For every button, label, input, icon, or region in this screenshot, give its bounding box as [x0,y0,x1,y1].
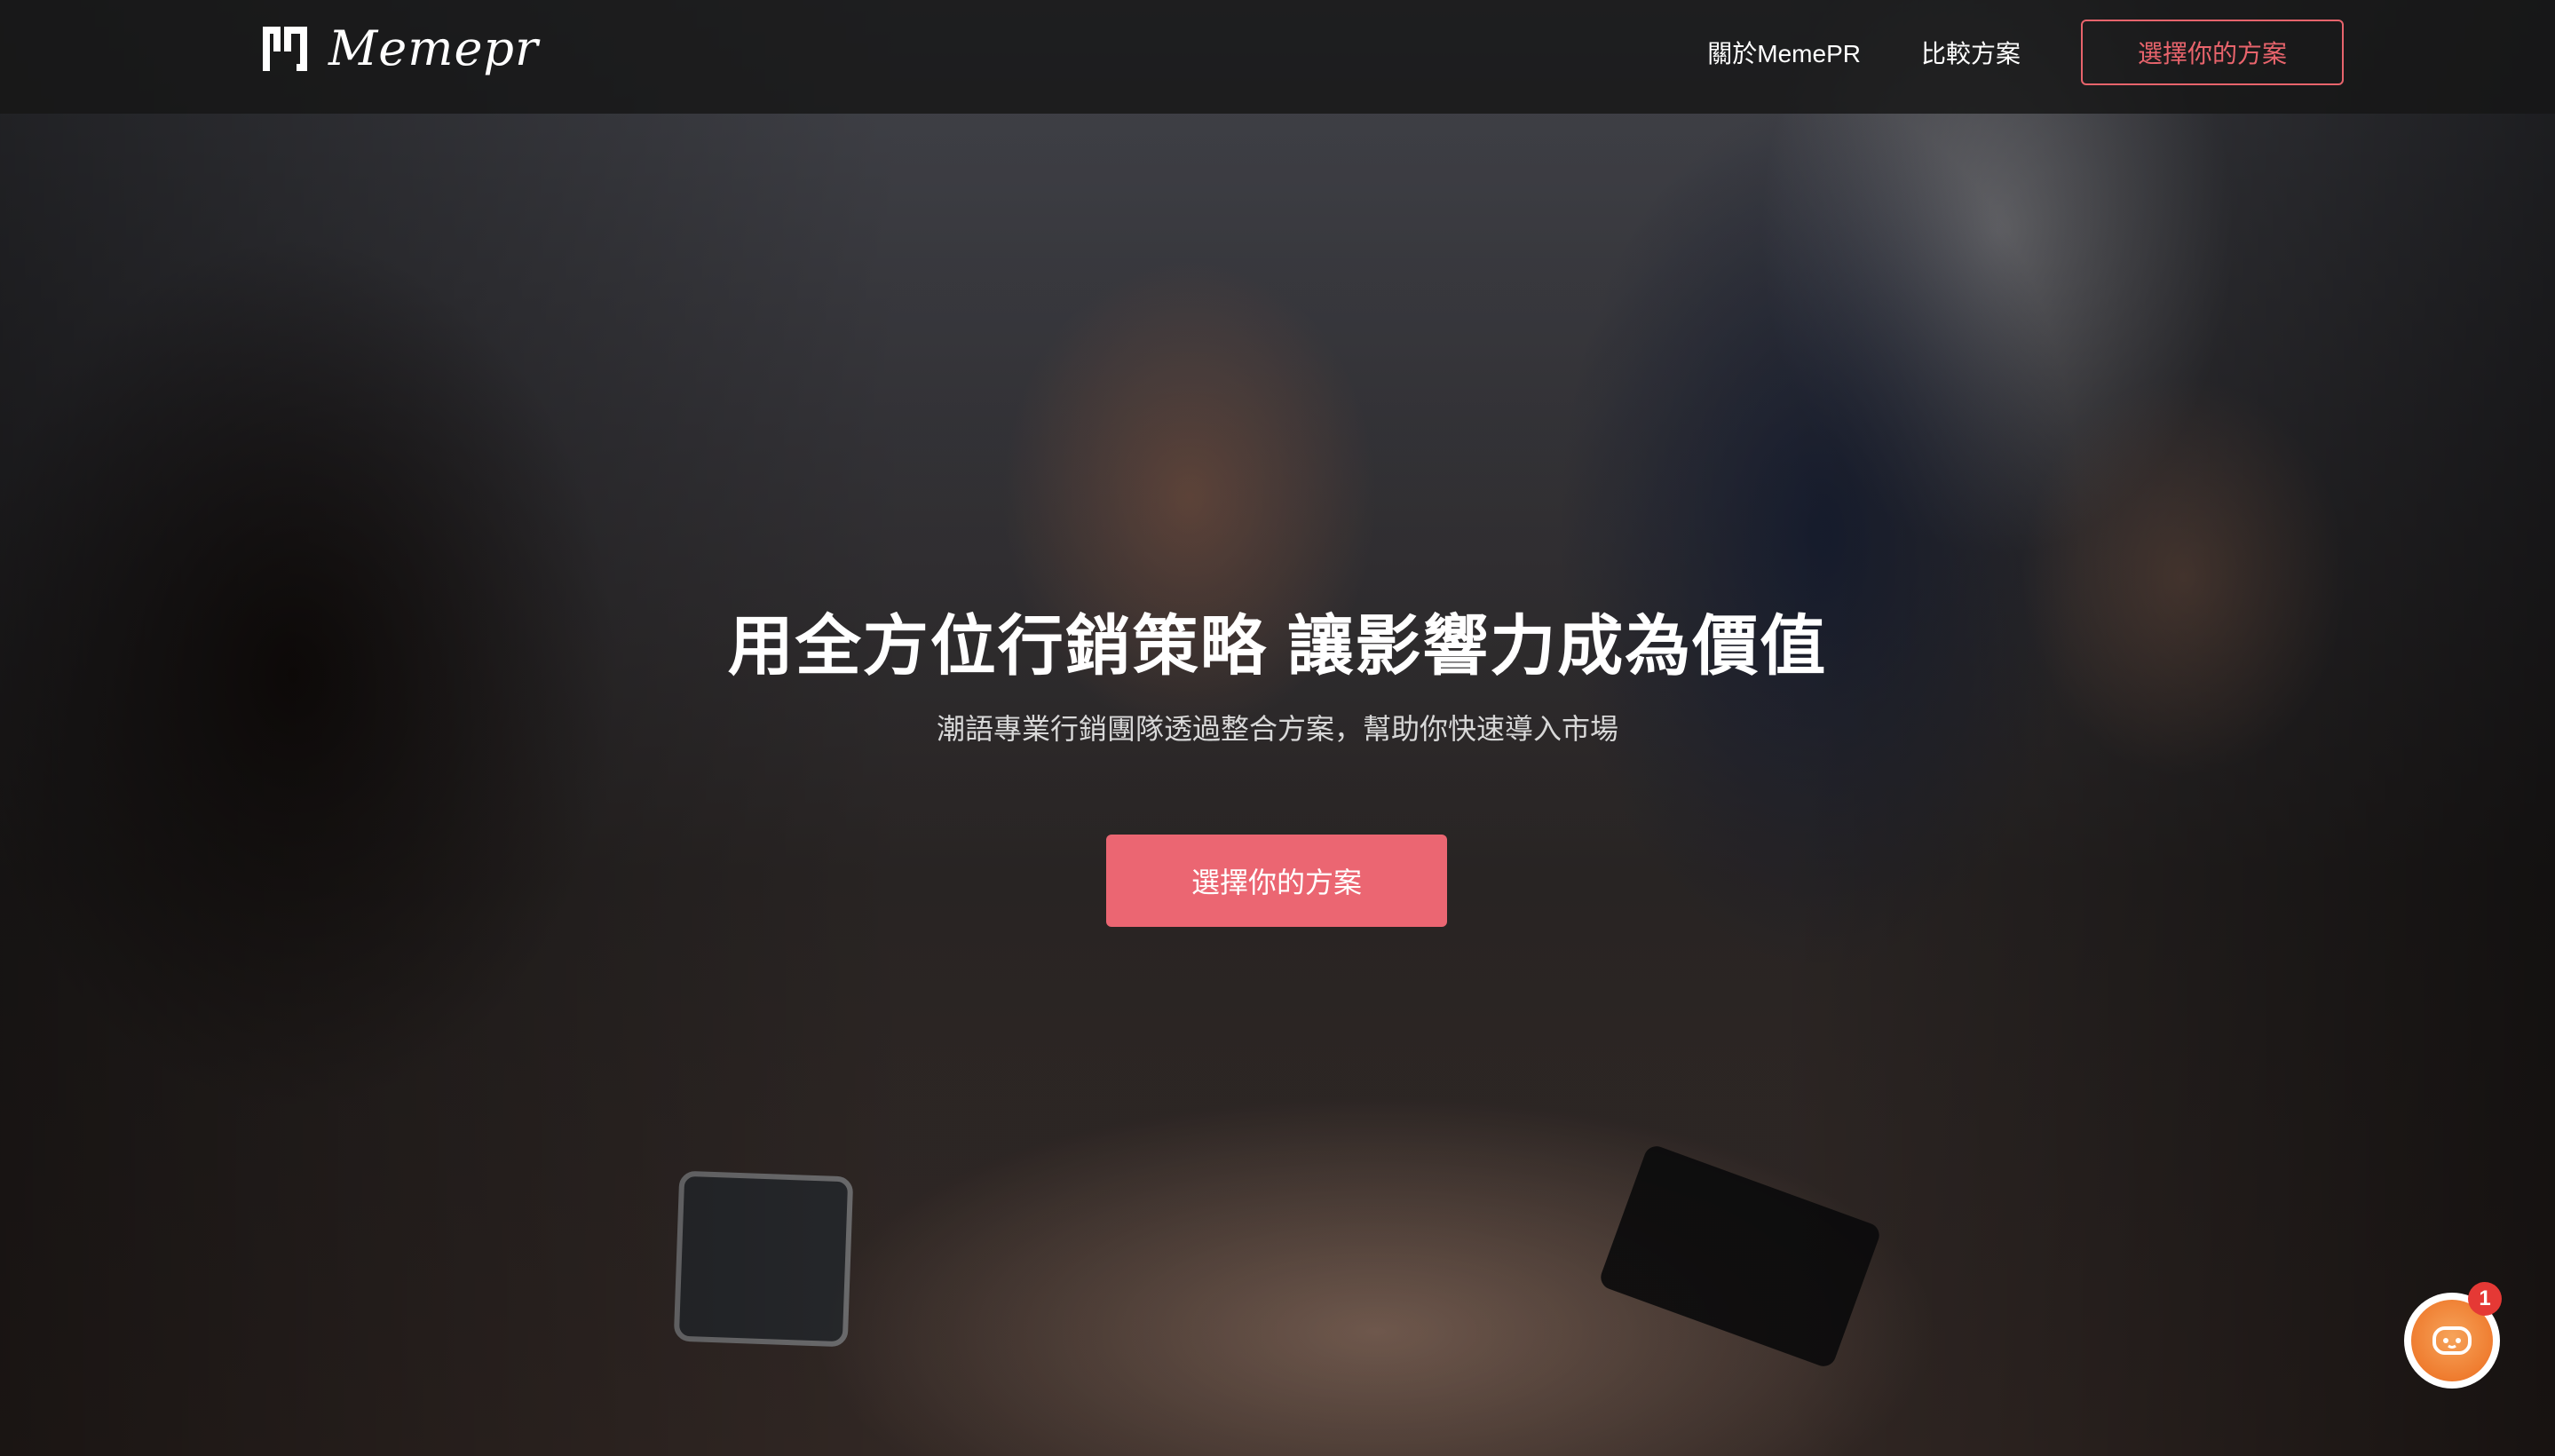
landing-page: Memepr 關於MemePR 比較方案 選擇你的方案 用全方位行銷策略 讓影響… [0,0,2555,1456]
brand-logo[interactable]: Memepr [257,20,539,76]
hero-subtitle: 潮語專業行銷團隊透過整合方案，幫助你快速導入市場 [936,713,1618,745]
brand-name: Memepr [328,20,539,76]
chat-notification-badge: 1 [2468,1282,2502,1316]
top-navigation-bar: Memepr 關於MemePR 比較方案 選擇你的方案 [0,0,2555,114]
chat-bot-icon [2432,1326,2472,1355]
nav-link-compare-plans[interactable]: 比較方案 [1921,35,2021,70]
nav-choose-plan-button[interactable]: 選擇你的方案 [2081,20,2344,85]
main-nav: 關於MemePR 比較方案 選擇你的方案 [1707,18,2344,87]
hero-section: 用全方位行銷策略 讓影響力成為價值 潮語專業行銷團隊透過整合方案，幫助你快速導入… [0,0,2555,1456]
hero-choose-plan-button[interactable]: 選擇你的方案 [1106,835,1447,927]
hero-title: 用全方位行銷策略 讓影響力成為價值 [727,609,1828,683]
nav-link-about[interactable]: 關於MemePR [1707,35,1861,70]
memepr-logo-icon [263,27,307,71]
